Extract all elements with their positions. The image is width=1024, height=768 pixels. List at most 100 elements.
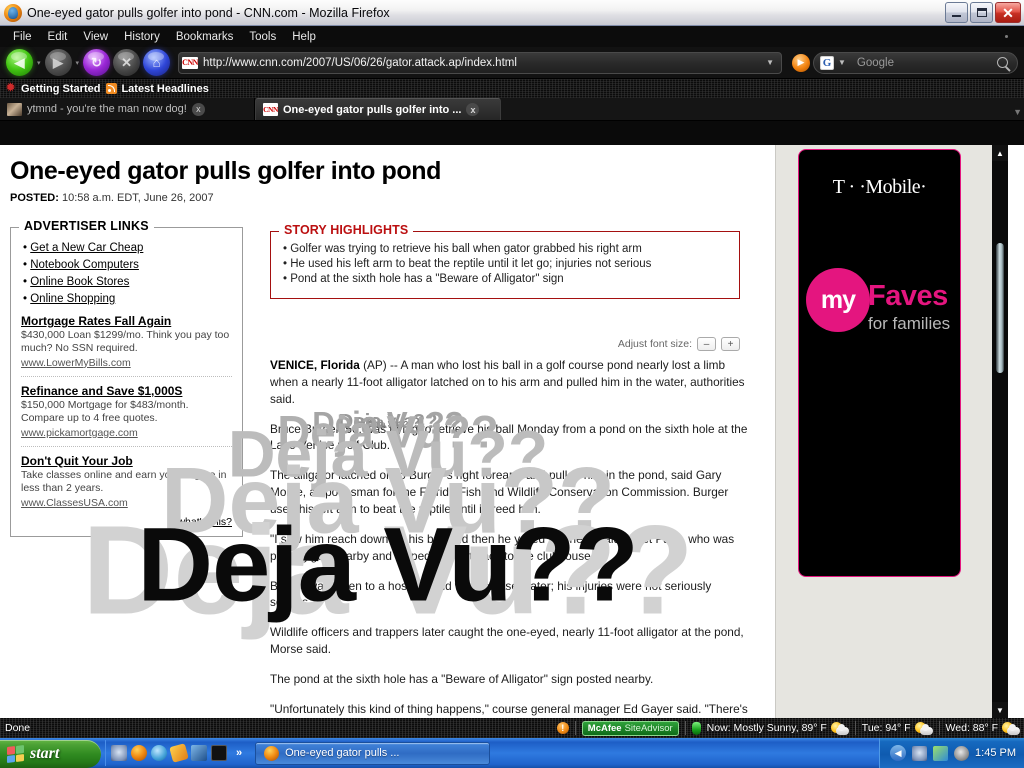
ad-heading[interactable]: Don't Quit Your Job: [21, 454, 232, 468]
internet-explorer-icon[interactable]: [151, 745, 167, 761]
myfaves-circle: my: [806, 268, 870, 332]
story-highlights-list: • Golfer was trying to retrieve his ball…: [283, 243, 727, 285]
mcafee-brand: McAfee: [587, 722, 622, 734]
warning-icon[interactable]: !: [556, 722, 569, 734]
cnn-favicon: CNN: [182, 56, 198, 69]
divider: [684, 721, 686, 735]
back-dropdown-caret[interactable]: ▾: [37, 59, 41, 67]
tab-close-icon[interactable]: x: [466, 103, 480, 116]
font-decrease-button[interactable]: –: [697, 337, 716, 351]
address-bar[interactable]: CNN http://www.cnn.com/2007/US/06/26/gat…: [178, 51, 782, 74]
maximize-button[interactable]: [970, 2, 993, 23]
font-increase-button[interactable]: +: [721, 337, 740, 351]
tray-expand-icon[interactable]: ◀: [890, 745, 907, 761]
tabstrip-scroll-caret[interactable]: ▼: [1013, 107, 1022, 117]
ad-url[interactable]: www.ClassesUSA.com: [21, 497, 232, 509]
font-size-controls: Adjust font size: – +: [270, 337, 740, 351]
home-button[interactable]: ⌂: [143, 49, 171, 76]
scroll-down-arrow-icon[interactable]: ▼: [992, 702, 1008, 718]
firefox-icon: [4, 3, 22, 22]
myfaves-my-label: my: [820, 285, 856, 314]
ad-heading[interactable]: Mortgage Rates Fall Again: [21, 314, 232, 328]
article-paragraph: Bruce Burger, 50, was trying to retrieve…: [270, 421, 748, 453]
ad-url[interactable]: www.LowerMyBills.com: [21, 357, 232, 369]
tab-ytmnd[interactable]: ytmnd - you're the man now dog! x: [0, 98, 255, 120]
url-text: http://www.cnn.com/2007/US/06/26/gator.a…: [203, 56, 517, 69]
weather-tue[interactable]: Tue: 94° F: [861, 721, 933, 735]
search-input[interactable]: Google: [857, 57, 997, 69]
menu-tools[interactable]: Tools: [241, 29, 284, 45]
app-icon-blue[interactable]: [191, 745, 207, 761]
tmobile-advertisement[interactable]: T · ·Mobile· my Faves for families: [798, 149, 961, 577]
firefox-icon[interactable]: [131, 745, 147, 761]
minimize-button[interactable]: [945, 2, 968, 23]
divider: [574, 721, 576, 735]
menu-bookmarks[interactable]: Bookmarks: [168, 29, 242, 45]
taskbar-window-button[interactable]: One-eyed gator pulls ...: [255, 741, 491, 765]
list-item: • Pond at the sixth hole has a "Beware o…: [283, 273, 564, 285]
tab-close-icon[interactable]: x: [191, 102, 205, 116]
cloud-part: [919, 723, 933, 735]
taskbar-window-label: One-eyed gator pulls ...: [285, 747, 400, 759]
menu-edit[interactable]: Edit: [40, 29, 76, 45]
forward-dropdown-caret[interactable]: ▾: [76, 59, 80, 67]
bookmark-latest-headlines[interactable]: Latest Headlines: [106, 83, 209, 95]
start-button[interactable]: start: [0, 739, 101, 768]
whats-this-link[interactable]: what's this?: [21, 516, 232, 528]
window-controls: ✕: [945, 2, 1021, 23]
go-button[interactable]: ▶: [792, 53, 810, 72]
network-tray-icon[interactable]: [933, 745, 949, 761]
weather-wed[interactable]: Wed: 88° F: [946, 721, 1020, 735]
app-icon-dark[interactable]: [211, 745, 227, 761]
ad-body: $150,000 Mortgage for $483/month. Compar…: [21, 398, 189, 425]
quicklaunch-overflow-icon[interactable]: »: [236, 747, 242, 759]
status-text: Done: [5, 722, 31, 734]
page-scrollbar[interactable]: ▲ ▼: [992, 145, 1008, 718]
volume-tray-icon[interactable]: [954, 745, 970, 761]
address-dropdown-caret[interactable]: ▼: [762, 58, 778, 67]
mcafee-siteadvisor-badge[interactable]: McAfee SiteAdvisor: [581, 720, 679, 736]
status-bar-right: ! McAfee SiteAdvisor Now: Mostly Sunny, …: [556, 720, 1024, 736]
forward-button[interactable]: ▶: [44, 49, 72, 76]
headphones-icon[interactable]: [111, 745, 127, 761]
tab-strip: ytmnd - you're the man now dog! x CNN On…: [0, 98, 1024, 121]
advertiser-ad: Mortgage Rates Fall Again $430,000 Loan …: [21, 314, 232, 369]
reload-button[interactable]: ↻: [83, 49, 111, 76]
close-button[interactable]: ✕: [995, 2, 1021, 23]
restore-icon: [971, 3, 992, 22]
menu-file[interactable]: File: [5, 29, 40, 45]
adv-link[interactable]: Online Book Stores: [30, 276, 129, 288]
scroll-up-arrow-icon[interactable]: ▲: [992, 145, 1008, 161]
window-title: One-eyed gator pulls golfer into pond - …: [27, 5, 390, 20]
article-paragraph: "Unfortunately this kind of thing happen…: [270, 701, 748, 716]
search-engine-caret[interactable]: ▼: [834, 58, 850, 67]
media-player-icon[interactable]: [169, 743, 189, 763]
ad-url[interactable]: www.pickamortgage.com: [21, 427, 232, 439]
posted-value: 10:58 a.m. EDT, June 26, 2007: [61, 192, 214, 204]
menu-history[interactable]: History: [116, 29, 168, 45]
cnn-article-page: One-eyed gator pulls golfer into pond PO…: [0, 145, 1008, 718]
tab-cnn-article[interactable]: CNN One-eyed gator pulls golfer into ...…: [255, 98, 501, 120]
cloud-part: [1007, 723, 1020, 735]
adv-link[interactable]: Online Shopping: [30, 293, 115, 305]
weather-now[interactable]: Now: Mostly Sunny, 89° F: [707, 721, 849, 735]
stop-button[interactable]: ✕: [113, 49, 141, 76]
ad-heading[interactable]: Refinance and Save $1,000S: [21, 384, 232, 398]
sun-cloud-icon: [1002, 721, 1020, 735]
back-button[interactable]: ◀: [6, 49, 33, 76]
article-paragraph: Wildlife officers and trappers later cau…: [270, 625, 744, 657]
ad-body: Take classes online and earn your degree…: [21, 468, 227, 495]
scrollbar-thumb[interactable]: [996, 243, 1004, 373]
tab-label: One-eyed gator pulls golfer into ...: [283, 103, 462, 116]
bookmark-getting-started[interactable]: ✹ Getting Started: [6, 83, 100, 95]
search-icon: [997, 57, 1008, 68]
headphones-tray-icon[interactable]: [912, 745, 928, 761]
menu-help[interactable]: Help: [284, 29, 324, 45]
adv-link[interactable]: Get a New Car Cheap: [30, 242, 143, 254]
adv-link[interactable]: Notebook Computers: [30, 259, 139, 271]
list-item: • He used his left arm to beat the repti…: [283, 258, 652, 270]
mcafee-product: SiteAdvisor: [624, 722, 673, 734]
weather-tue-label: Tue: 94° F: [861, 722, 911, 734]
menu-view[interactable]: View: [75, 29, 116, 45]
search-bar[interactable]: G ▼ Google: [813, 51, 1018, 74]
